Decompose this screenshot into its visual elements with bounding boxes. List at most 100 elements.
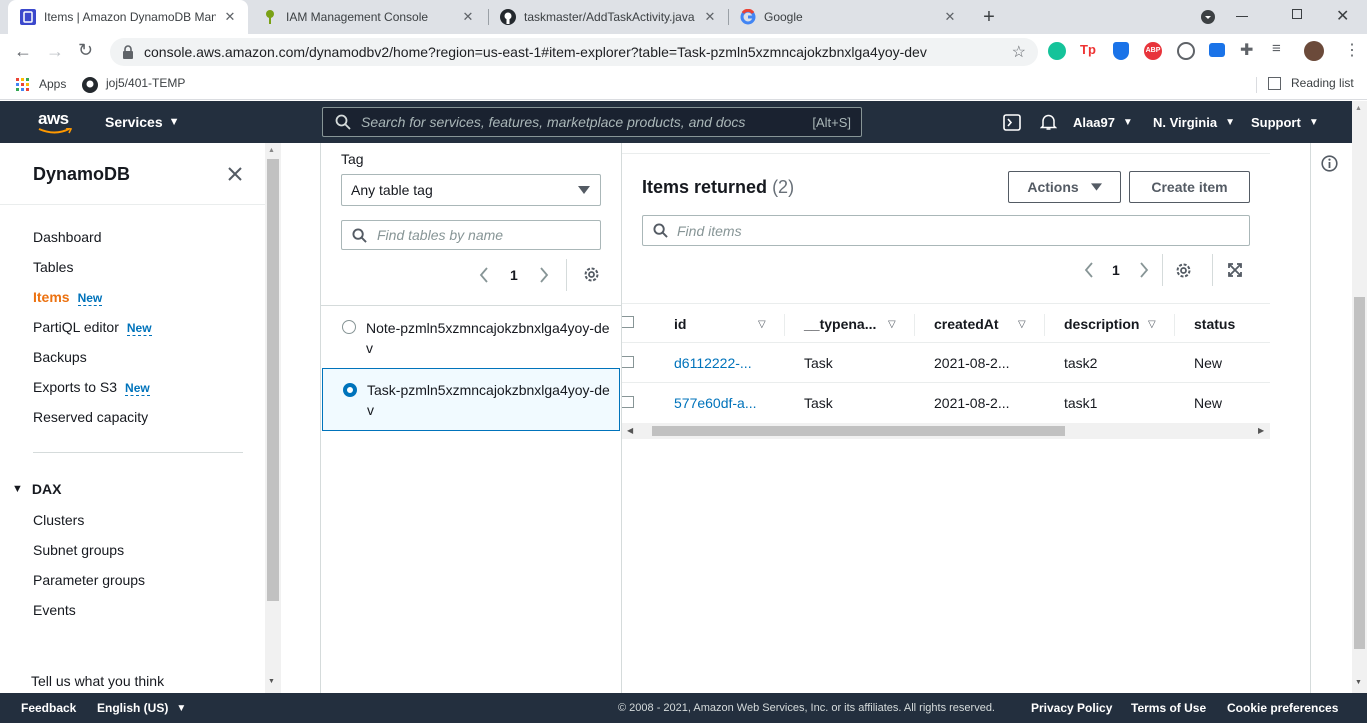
select-all-checkbox[interactable] — [622, 316, 634, 328]
create-item-button[interactable]: Create item — [1129, 171, 1250, 203]
table-row[interactable]: 577e60df-a... Task 2021-08-2... task1 Ne… — [622, 383, 1270, 423]
tab-google[interactable]: Google ✕ — [730, 0, 966, 34]
sidebar-item-reserved-capacity[interactable]: Reserved capacity — [33, 409, 148, 425]
sidebar-item-subnet-groups[interactable]: Subnet groups — [33, 542, 124, 558]
tab-dynamodb[interactable]: Items | Amazon DynamoDB Mana ✕ — [8, 0, 248, 34]
gear-icon[interactable] — [583, 266, 600, 283]
prev-page-icon[interactable] — [479, 267, 489, 283]
account-menu[interactable]: Alaa97 ▼ — [1073, 101, 1133, 143]
minimize-icon[interactable] — [1236, 16, 1248, 17]
table-option-selected[interactable]: Task-pzmln5xzmncajokzbnxlga4yoy-dev — [322, 368, 620, 431]
reading-list-link[interactable]: Reading list — [1291, 76, 1354, 90]
terms-of-use-link[interactable]: Terms of Use — [1131, 693, 1206, 723]
browser-menu-icon[interactable]: ⋮ — [1344, 40, 1360, 60]
scrollbar-thumb[interactable] — [1354, 297, 1365, 649]
feedback-button[interactable]: Feedback — [21, 693, 76, 723]
lock-icon[interactable] — [122, 45, 134, 59]
sort-icon[interactable]: ▽ — [888, 319, 896, 330]
extensions-puzzle-icon[interactable]: ✚ — [1240, 40, 1253, 60]
radio-checked[interactable] — [343, 383, 357, 397]
sidebar-item-clusters[interactable]: Clusters — [33, 512, 84, 528]
horizontal-scrollbar[interactable]: ◀ ▶ — [622, 423, 1270, 439]
sidebar-item-backups[interactable]: Backups — [33, 349, 87, 365]
dax-section-toggle[interactable]: ▼ DAX — [12, 481, 61, 497]
column-header-typename[interactable]: __typena... — [804, 316, 876, 332]
row-checkbox[interactable] — [622, 396, 634, 408]
shield-extension-icon[interactable] — [1113, 42, 1129, 60]
page-number[interactable]: 1 — [510, 267, 518, 283]
forward-icon[interactable]: → — [46, 41, 64, 62]
region-menu[interactable]: N. Virginia ▼ — [1153, 101, 1235, 143]
language-select[interactable]: English (US) ▼ — [97, 693, 186, 723]
bookmark-repo[interactable]: joj5/401-TEMP — [106, 76, 185, 90]
code-extension-icon[interactable] — [1177, 42, 1195, 60]
grammarly-icon[interactable] — [1048, 42, 1066, 60]
services-menu[interactable]: Services ▼ — [105, 101, 180, 143]
column-header-status[interactable]: status — [1194, 316, 1235, 332]
feedback-link[interactable]: Tell us what you think — [31, 673, 164, 689]
restore-icon[interactable] — [1292, 9, 1302, 19]
cookie-preferences-link[interactable]: Cookie preferences — [1227, 693, 1338, 723]
radio-unchecked[interactable] — [342, 320, 356, 334]
sidebar-item-items[interactable]: Items New — [33, 289, 103, 306]
find-tables-input[interactable]: Find tables by name — [341, 220, 601, 250]
sidenav-title[interactable]: DynamoDB — [33, 164, 130, 185]
info-icon[interactable] — [1321, 155, 1338, 172]
find-items-input[interactable]: Find items — [642, 215, 1250, 246]
close-window-icon[interactable]: ✕ — [1336, 6, 1349, 26]
actions-button[interactable]: Actions — [1008, 171, 1121, 203]
item-id-link[interactable]: 577e60df-a... — [674, 395, 757, 411]
tag-select[interactable]: Any table tag — [341, 174, 601, 206]
column-header-description[interactable]: description — [1064, 316, 1139, 332]
gear-icon[interactable] — [1175, 262, 1192, 279]
sidebar-item-exports[interactable]: Exports to S3 New — [33, 379, 150, 396]
close-icon[interactable] — [228, 167, 242, 181]
sidebar-item-partiql-editor[interactable]: PartiQL editor New — [33, 319, 152, 336]
sort-icon[interactable]: ▽ — [1148, 319, 1156, 330]
new-tab-button[interactable]: + — [978, 6, 1000, 28]
table-option[interactable]: Note-pzmln5xzmncajokzbnxlga4yoy-dev — [321, 306, 621, 368]
prev-page-icon[interactable] — [1084, 262, 1094, 278]
reload-icon[interactable]: ↻ — [78, 40, 93, 61]
omnibox[interactable]: console.aws.amazon.com/dynamodbv2/home?r… — [110, 38, 1038, 66]
page-number[interactable]: 1 — [1112, 262, 1120, 278]
adblock-icon[interactable]: ABP — [1144, 42, 1162, 60]
sidebar-item-events[interactable]: Events — [33, 602, 76, 618]
close-tab-icon[interactable]: ✕ — [942, 9, 958, 25]
tab-github[interactable]: taskmaster/AddTaskActivity.java a ✕ — [490, 0, 726, 34]
sidebar-item-dashboard[interactable]: Dashboard — [33, 229, 102, 245]
sort-icon[interactable]: ▽ — [758, 319, 766, 330]
scrollbar-thumb[interactable] — [267, 159, 279, 601]
sidenav-scrollbar[interactable]: ▲ ▼ — [265, 143, 281, 693]
next-page-icon[interactable] — [1139, 262, 1149, 278]
page-scrollbar[interactable]: ▲ ▼ — [1352, 101, 1367, 693]
sidebar-item-parameter-groups[interactable]: Parameter groups — [33, 572, 145, 588]
bell-icon[interactable] — [1040, 113, 1057, 131]
tp-extension-icon[interactable]: Tp — [1080, 42, 1096, 57]
close-tab-icon[interactable]: ✕ — [222, 9, 238, 25]
column-header-createdat[interactable]: createdAt — [934, 316, 999, 332]
table-row[interactable]: d6112222-... Task 2021-08-2... task2 New — [622, 343, 1270, 383]
column-header-id[interactable]: id — [674, 316, 686, 332]
back-icon[interactable]: ← — [14, 41, 32, 62]
scrollbar-thumb[interactable] — [652, 426, 1065, 436]
privacy-policy-link[interactable]: Privacy Policy — [1031, 693, 1112, 723]
aws-search-input[interactable]: Search for services, features, marketpla… — [322, 107, 862, 137]
item-id-link[interactable]: d6112222-... — [674, 355, 752, 371]
close-tab-icon[interactable]: ✕ — [460, 9, 476, 25]
fullscreen-icon[interactable] — [1228, 263, 1242, 277]
screencast-extension-icon[interactable] — [1209, 43, 1225, 57]
profile-avatar[interactable] — [1304, 41, 1324, 61]
support-menu[interactable]: Support ▼ — [1251, 101, 1319, 143]
url-text[interactable]: console.aws.amazon.com/dynamodbv2/home?r… — [144, 44, 1012, 60]
tab-search-icon[interactable] — [1200, 9, 1216, 25]
media-control-icon[interactable]: ≡ — [1272, 40, 1281, 57]
aws-logo[interactable]: aws — [38, 109, 72, 135]
bookmark-star-icon[interactable]: ☆ — [1012, 42, 1026, 62]
cloudshell-icon[interactable] — [1003, 114, 1021, 131]
close-tab-icon[interactable]: ✕ — [702, 9, 718, 25]
bookmark-apps[interactable]: Apps — [39, 77, 66, 91]
row-checkbox[interactable] — [622, 356, 634, 368]
next-page-icon[interactable] — [539, 267, 549, 283]
sort-icon[interactable]: ▽ — [1018, 319, 1026, 330]
